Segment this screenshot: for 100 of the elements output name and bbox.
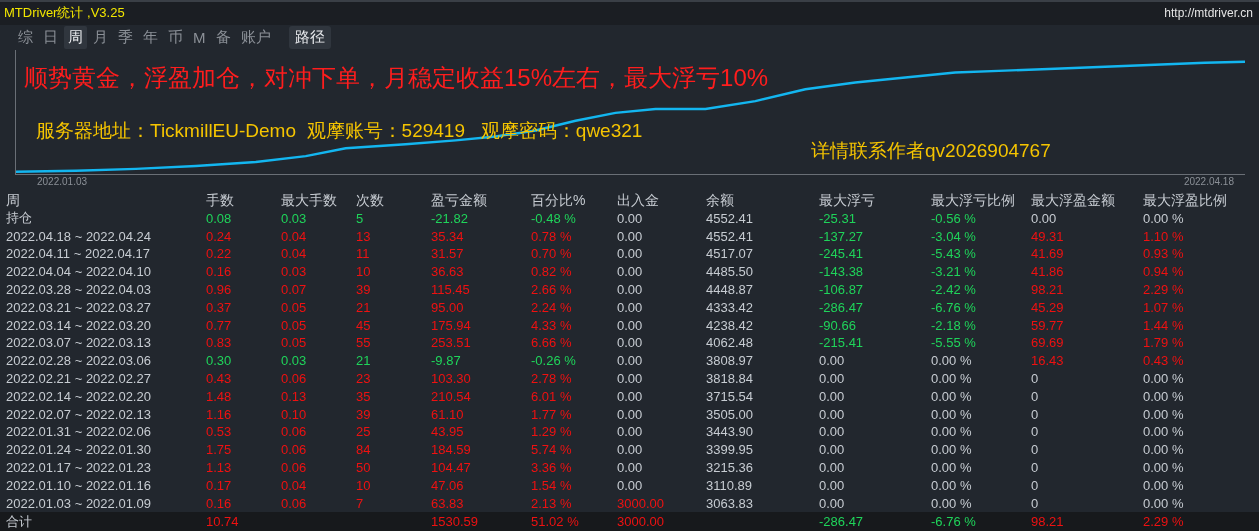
table-cell-text: 0.04 (281, 246, 308, 262)
table-cell-text: 2.29 % (1143, 514, 1185, 529)
table-cell-text: 1.54 % (531, 477, 573, 493)
table-cell-text: 0.00 % (931, 424, 973, 440)
table-cell-text: 16.43 (1031, 353, 1065, 369)
table-cell-text: 4448.87 (706, 282, 754, 298)
table-cell-text: 1.29 % (531, 424, 573, 440)
table-cell-text: 0.00 (617, 460, 644, 475)
table-cell-text: 47.06 (431, 477, 465, 493)
table-cell-text: 45 (356, 317, 372, 333)
table-cell-text: 0.00 % (931, 388, 973, 404)
tab[interactable]: M (189, 26, 210, 48)
table-cell-text: 0.00 % (1143, 442, 1185, 458)
table-cell-text: 0.00 (819, 442, 846, 458)
column-header: 手数 (206, 191, 235, 210)
table-cell-text: 0.82 % (531, 264, 573, 280)
table-cell-text: 0.00 (819, 353, 846, 369)
table-cell-text: 0 (1031, 460, 1040, 475)
table-cell-text: 0.00 (617, 317, 644, 333)
table-cell-text: 0.70 % (531, 246, 573, 262)
row-label: 2022.02.07 ~ 2022.02.13 (6, 406, 152, 422)
column-header: 盈亏金额 (431, 191, 488, 210)
table-cell-text: 21 (356, 299, 372, 315)
table-cell-text: 0.00 (819, 371, 846, 386)
tab[interactable]: 账户 (236, 25, 275, 49)
table-cell-text: 2.24 % (531, 299, 573, 315)
table-cell-text: 0.00 (819, 460, 846, 475)
table-cell-text: 36.63 (431, 264, 465, 280)
headline-text: 顺势黄金，浮盈加仓，对冲下单，月稳定收益15%左右，最大浮亏10% (24, 63, 769, 94)
table-cell-text: 0.22 (206, 246, 233, 262)
table-cell-text: 0.03 (281, 353, 308, 369)
table-cell-text: 0 (1031, 442, 1040, 458)
table-cell-text: 104.47 (431, 460, 472, 475)
table-cell-text: 0.16 (206, 495, 233, 511)
table-cell-text: -0.56 % (931, 210, 977, 226)
column-header: 最大浮盈金额 (1031, 191, 1116, 210)
tab[interactable]: 周 (64, 25, 87, 49)
column-header: 最大浮亏 (819, 191, 876, 210)
table-cell-text: 0.06 (281, 371, 308, 386)
table-cell-text: 13 (356, 228, 372, 244)
table-cell-text: 3000.00 (617, 514, 665, 529)
tab[interactable]: 综 (14, 25, 37, 49)
row-label: 2022.01.31 ~ 2022.02.06 (6, 424, 152, 440)
table-cell-text: -0.48 % (531, 210, 577, 226)
tab[interactable]: 年 (139, 25, 162, 49)
table-cell-text: 10 (356, 477, 372, 493)
table-cell-text: 0.00 (617, 210, 644, 226)
table-cell-text: 4062.48 (706, 335, 754, 351)
table-cell-text: 21 (356, 353, 372, 369)
table-cell-text: 0.00 % (931, 495, 973, 511)
axis-date: 2022.04.18 (1183, 175, 1234, 189)
table-cell-text: 4552.41 (706, 210, 754, 226)
table-cell-text: -3.21 % (931, 264, 977, 280)
table-cell-text: -137.27 (819, 228, 865, 244)
table-cell-text: 3215.36 (706, 460, 754, 475)
table-cell-text: 4485.50 (706, 264, 754, 280)
table-cell-text: 0.00 (617, 442, 644, 458)
table-cell-text: -245.41 (819, 246, 865, 262)
table-cell-text: 0.00 (617, 353, 644, 369)
tab[interactable]: 季 (114, 25, 137, 49)
table-cell-text: 0.00 % (1143, 210, 1185, 226)
table-cell-text: 0 (1031, 371, 1040, 386)
tab[interactable]: 备 (211, 25, 235, 49)
row-label: 2022.02.14 ~ 2022.02.20 (6, 388, 152, 404)
table-cell-text: 0.24 (206, 228, 233, 244)
path-button[interactable]: 路径 (288, 25, 331, 49)
table-cell-text: 0.00 % (1143, 460, 1185, 475)
table-cell-text: 0.00 % (931, 406, 973, 422)
table-cell-text: 0.00 % (1143, 388, 1185, 404)
table-cell-text: 2.78 % (531, 371, 573, 386)
table-cell-text: -90.66 (819, 317, 857, 333)
table-cell-text: 103.30 (431, 371, 472, 386)
table-cell-text: 0.00 % (931, 460, 973, 475)
table-cell-text: 0.07 (281, 282, 308, 298)
table-cell-text: 0.00 (617, 246, 644, 262)
column-header: 周 (6, 191, 21, 210)
table-cell-text: 0.06 (281, 424, 308, 440)
table-cell-text: 3399.95 (706, 442, 754, 458)
tab[interactable]: 日 (39, 25, 62, 49)
table-cell-text: 0.00 (819, 388, 846, 404)
table-cell-text: -286.47 (819, 514, 865, 529)
table-cell-text: -5.55 % (931, 335, 977, 351)
table-cell-text: 0.00 (617, 388, 644, 404)
table-cell-text: 43.95 (431, 424, 465, 440)
table-cell-text: 3.36 % (531, 460, 573, 475)
tab[interactable]: 币 (164, 25, 187, 49)
table-cell-text: 0.77 (206, 317, 233, 333)
table-cell-text: 3000.00 (617, 495, 665, 511)
row-label: 2022.01.17 ~ 2022.01.23 (6, 460, 152, 475)
table-cell-text: 0.00 % (931, 477, 973, 493)
table-cell-text: -25.31 (819, 210, 857, 226)
table-cell-text: 10.74 (206, 514, 240, 529)
table-cell-text: 0.00 (617, 406, 644, 422)
tab[interactable]: 月 (89, 25, 112, 49)
axis-date: 2022.01.03 (37, 175, 88, 189)
table-cell-text: 0.00 (617, 335, 644, 351)
table-cell-text: 0.16 (206, 264, 233, 280)
row-label: 2022.03.07 ~ 2022.03.13 (6, 335, 152, 351)
table-cell-text: 0.00 (617, 477, 644, 493)
row-label: 持仓 (6, 209, 33, 228)
